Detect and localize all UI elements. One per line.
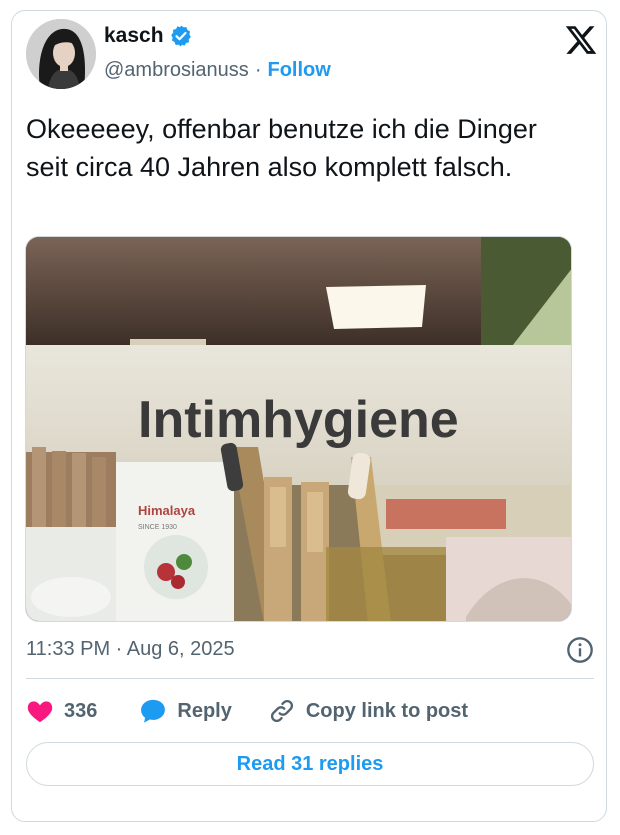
like-button[interactable]: 336 <box>26 697 97 725</box>
media-brand-subtext: SINCE 1930 <box>138 524 177 531</box>
link-icon <box>270 699 293 723</box>
like-count: 336 <box>64 699 98 722</box>
copy-link-label: Copy link to post <box>305 699 469 722</box>
media-brand-text: Himalaya <box>138 503 196 518</box>
media-photo: Intimhygiene Himalaya SINCE 1930 <box>26 237 571 621</box>
avatar[interactable] <box>26 19 96 89</box>
reply-label: Reply <box>177 699 232 722</box>
tweet-text: Okeeeeey, offenbar benutze ich die Dinge… <box>26 114 537 182</box>
follow-button[interactable]: Follow <box>267 59 330 82</box>
reply-button[interactable]: Reply <box>139 697 232 725</box>
tweet-timestamp[interactable]: 11:33 PM · Aug 6, 2025 <box>26 638 235 661</box>
divider <box>26 678 594 679</box>
copy-link-button[interactable]: Copy link to post <box>268 697 468 725</box>
media-sign-text: Intimhygiene <box>138 391 459 449</box>
author-name-row: kasch <box>104 24 193 48</box>
info-icon[interactable] <box>566 636 594 664</box>
handle-separator: · <box>254 59 262 81</box>
read-replies-button[interactable]: Read 31 replies <box>26 742 594 786</box>
author-handle[interactable]: @ambrosianuss <box>104 59 249 82</box>
verified-badge-icon <box>170 25 191 47</box>
avatar-image <box>26 19 96 89</box>
heart-icon <box>27 701 53 723</box>
author-display-name[interactable]: kasch <box>104 24 164 48</box>
tweet-media-image[interactable]: Intimhygiene Himalaya SINCE 1930 <box>25 236 572 622</box>
author-handle-row: @ambrosianuss · Follow <box>104 59 331 82</box>
action-bar: 336 Reply Copy link to post <box>26 694 468 728</box>
x-logo-icon[interactable] <box>564 23 598 57</box>
reply-bubble-icon <box>141 699 166 723</box>
